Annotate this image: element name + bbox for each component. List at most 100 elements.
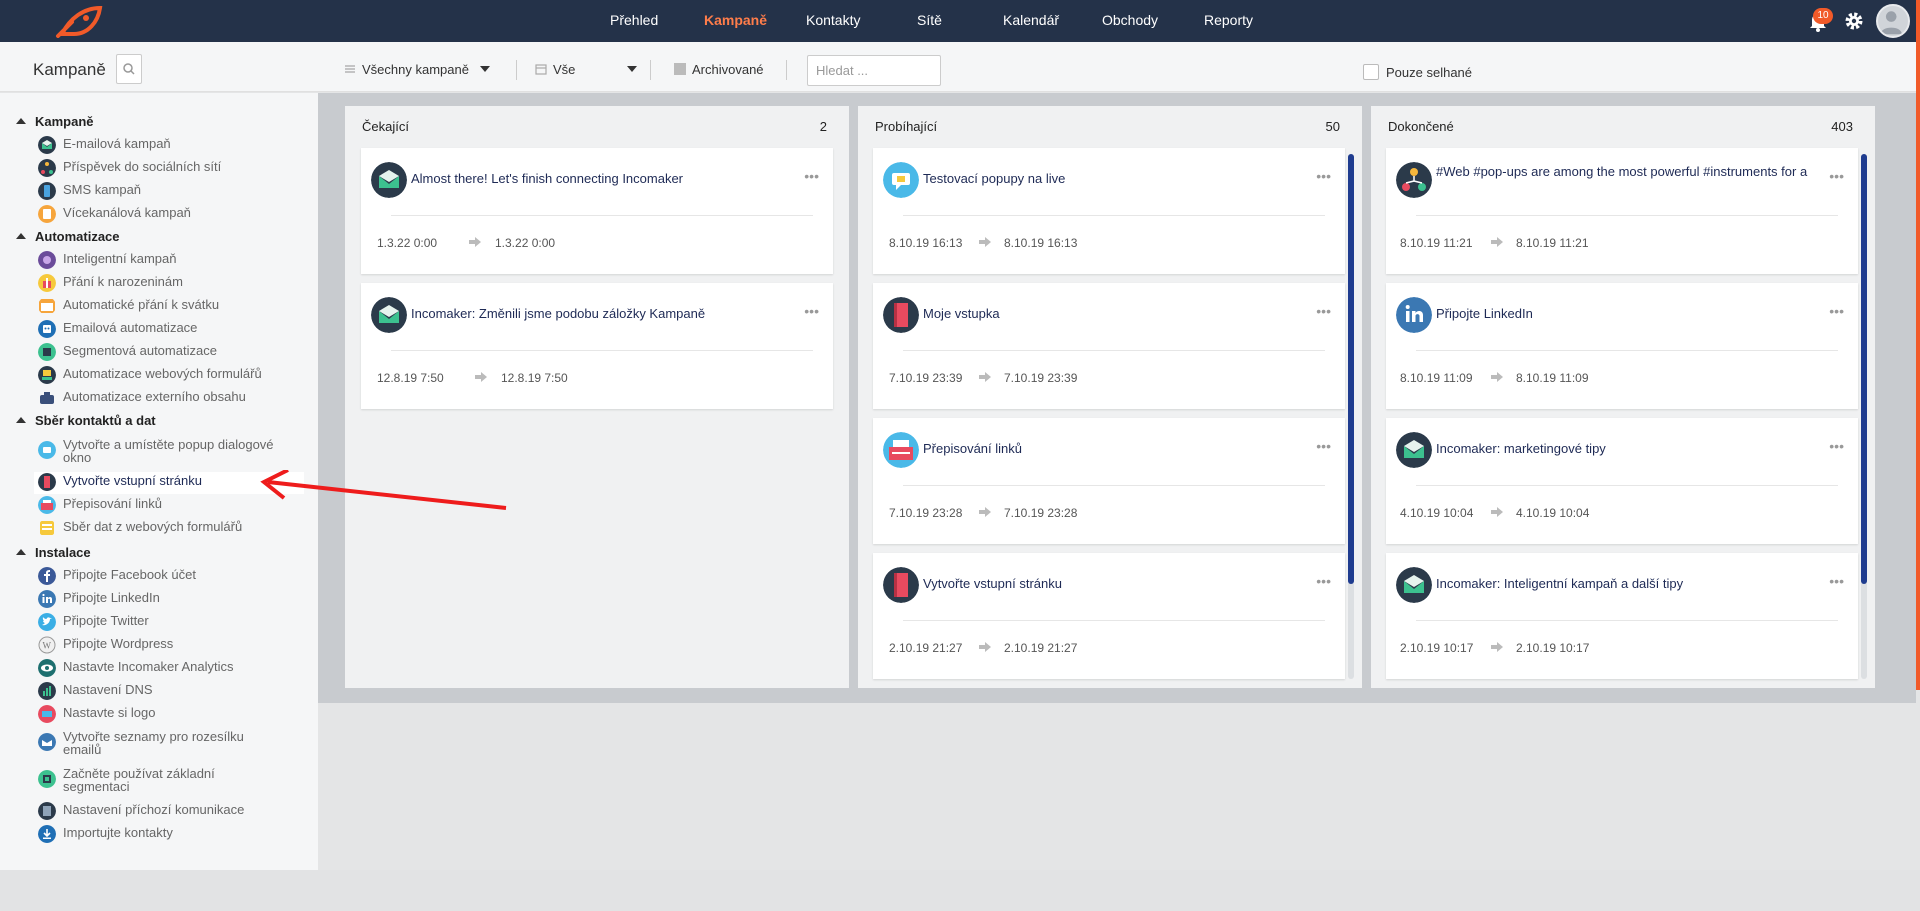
dns-icon	[38, 682, 56, 700]
segmentation-icon	[38, 770, 56, 788]
sidebar-section-automatizace[interactable]: Automatizace	[16, 229, 120, 244]
sidebar-item-logo-settings[interactable]: Nastavte si logo	[36, 704, 306, 726]
campaign-card[interactable]: Incomaker: Inteligentní kampaň a další t…	[1386, 553, 1858, 679]
sidebar-item-label: Importujte kontakty	[63, 825, 173, 840]
card-menu-button[interactable]: •••	[804, 168, 819, 184]
caret-down-icon	[479, 66, 490, 72]
avatar[interactable]	[1876, 4, 1910, 38]
campaign-type-filter[interactable]: Všechny kampaně	[344, 62, 490, 77]
card-title[interactable]: Almost there! Let's finish connecting In…	[411, 170, 791, 187]
column-scrollbar[interactable]	[1861, 154, 1867, 679]
toolbar-divider	[650, 60, 651, 80]
campaign-card[interactable]: Testovací popupy na live ••• 8.10.19 16:…	[873, 148, 1345, 274]
sidebar-item-connect-linkedin[interactable]: Připojte LinkedIn	[36, 589, 306, 611]
sidebar-item-label: Sběr dat z webových formulářů	[63, 519, 243, 534]
card-title[interactable]: Vytvořte vstupní stránku	[923, 575, 1303, 592]
form-icon	[40, 521, 54, 535]
scrollbar-thumb[interactable]	[1348, 154, 1354, 584]
nav-item-site[interactable]: Sítě	[917, 12, 942, 28]
sidebar-item-birthday-wishes[interactable]: Přání k narozeninám	[36, 273, 306, 295]
sidebar-item-sms-campaign[interactable]: SMS kampaň	[36, 181, 306, 203]
campaign-card[interactable]: Přepisování linků ••• 7.10.19 23:28 7.10…	[873, 418, 1345, 544]
failed-only-checkbox[interactable]	[1363, 64, 1379, 80]
card-menu-button[interactable]: •••	[1316, 303, 1331, 319]
archived-toggle[interactable]: Archivované	[674, 62, 764, 77]
card-menu-button[interactable]: •••	[1316, 438, 1331, 454]
sidebar-item-import-contacts[interactable]: Importujte kontakty	[36, 824, 306, 846]
campaign-board: Čekající 2 Almost there! Let's finish co…	[318, 93, 1916, 703]
sidebar-item-email-automation[interactable]: Emailová automatizace	[36, 319, 306, 341]
card-title[interactable]: Incomaker: Inteligentní kampaň a další t…	[1436, 575, 1816, 592]
book-icon	[883, 297, 919, 333]
sidebar-item-analytics[interactable]: Nastavte Incomaker Analytics	[36, 658, 306, 680]
card-title[interactable]: Moje vstupka	[923, 305, 1303, 322]
sidebar-item-email-campaign[interactable]: E-mailová kampaň	[36, 135, 306, 157]
sidebar-item-segment-automation[interactable]: Segmentová automatizace	[36, 342, 306, 364]
campaign-card[interactable]: #Web #pop-ups are among the most powerfu…	[1386, 148, 1858, 274]
card-menu-button[interactable]: •••	[1316, 573, 1331, 589]
card-title[interactable]: Incomaker: Změnili jsme podobu záložky K…	[411, 305, 791, 322]
scrollbar-thumb[interactable]	[1861, 154, 1867, 584]
archived-checkbox[interactable]	[674, 63, 686, 75]
toolbar-divider	[786, 60, 787, 80]
sidebar-item-webform-automation[interactable]: Automatizace webových formulářů	[36, 365, 306, 387]
card-divider	[1416, 485, 1838, 486]
sidebar-item-connect-wordpress[interactable]: W Připojte Wordpress	[36, 635, 306, 657]
sidebar-item-dns-settings[interactable]: Nastavení DNS	[36, 681, 306, 703]
card-menu-button[interactable]: •••	[804, 303, 819, 319]
gear-icon[interactable]	[1843, 10, 1865, 32]
card-title[interactable]: Připojte LinkedIn	[1436, 305, 1816, 322]
nav-item-prehled[interactable]: Přehled	[610, 12, 658, 28]
sidebar-item-external-content-automation[interactable]: Automatizace externího obsahu	[36, 388, 306, 410]
card-title[interactable]: Přepisování linků	[923, 440, 1303, 457]
campaign-card[interactable]: Almost there! Let's finish connecting In…	[361, 148, 833, 274]
campaign-card[interactable]: Moje vstupka ••• 7.10.19 23:39 7.10.19 2…	[873, 283, 1345, 409]
book-icon	[38, 473, 56, 491]
nav-item-reporty[interactable]: Reporty	[1204, 12, 1253, 28]
sidebar-item-incoming-communication[interactable]: Nastavení příchozí komunikace	[36, 801, 306, 823]
sidebar-search-button[interactable]	[116, 54, 142, 84]
sidebar-item-social-post[interactable]: Příspěvek do sociálních sítí	[36, 158, 306, 180]
inbox-icon	[38, 802, 56, 820]
sliders-icon	[345, 65, 355, 73]
sidebar-item-create-popup[interactable]: Vytvořte a umístěte popup dialogové okno	[36, 436, 306, 468]
nav-item-kampane[interactable]: Kampaně	[704, 12, 767, 28]
card-menu-button[interactable]: •••	[1316, 168, 1331, 184]
sidebar-item-connect-facebook[interactable]: Připojte Facebook účet	[36, 566, 306, 588]
sidebar-item-nameday-wishes[interactable]: Automatické přání k svátku	[36, 296, 306, 318]
date-filter[interactable]: Vše	[535, 62, 638, 77]
card-menu-button[interactable]: •••	[1829, 168, 1844, 184]
external-icon	[40, 392, 54, 404]
rocket-logo-icon[interactable]	[50, 4, 110, 38]
card-title[interactable]: Testovací popupy na live	[923, 170, 1303, 187]
column-waiting: Čekající 2 Almost there! Let's finish co…	[345, 106, 849, 688]
campaign-card[interactable]: Vytvořte vstupní stránku ••• 2.10.19 21:…	[873, 553, 1345, 679]
sidebar-item-basic-segmentation[interactable]: Začněte používat základní segmentaci	[36, 765, 306, 797]
page-scrollbar[interactable]	[1916, 0, 1920, 690]
campaign-search-input[interactable]	[807, 55, 941, 86]
campaign-card[interactable]: Incomaker: Změnili jsme podobu záložky K…	[361, 283, 833, 409]
card-title[interactable]: Incomaker: marketingové tipy	[1436, 440, 1816, 457]
card-menu-button[interactable]: •••	[1829, 573, 1844, 589]
campaign-card[interactable]: Incomaker: marketingové tipy ••• 4.10.19…	[1386, 418, 1858, 544]
card-menu-button[interactable]: •••	[1829, 303, 1844, 319]
card-title[interactable]: #Web #pop-ups are among the most powerfu…	[1436, 163, 1816, 180]
sidebar-item-multichannel-campaign[interactable]: Vícekanálová kampaň	[36, 204, 306, 226]
column-scrollbar[interactable]	[1348, 154, 1354, 679]
sidebar-item-label: Připojte Wordpress	[63, 636, 174, 651]
sidebar-item-intelligent-campaign[interactable]: Inteligentní kampaň	[36, 250, 306, 272]
nav-item-obchody[interactable]: Obchody	[1102, 12, 1158, 28]
sidebar-item-webform-data[interactable]: Sběr dat z webových formulářů	[36, 518, 306, 540]
sidebar-section-installation[interactable]: Instalace	[16, 545, 91, 560]
sidebar-section-contact-collection[interactable]: Sběr kontaktů a dat	[16, 413, 156, 428]
campaign-card[interactable]: Připojte LinkedIn ••• 8.10.19 11:09 8.10…	[1386, 283, 1858, 409]
search-icon	[123, 63, 135, 75]
sidebar-item-mailing-lists[interactable]: Vytvořte seznamy pro rozesílku emailů	[36, 728, 306, 760]
sidebar-item-label: Příspěvek do sociálních sítí	[63, 159, 222, 174]
linkedin-icon	[38, 590, 56, 608]
card-menu-button[interactable]: •••	[1829, 438, 1844, 454]
nav-item-kalendar[interactable]: Kalendář	[1003, 12, 1059, 28]
nav-item-kontakty[interactable]: Kontakty	[806, 12, 860, 28]
sidebar-section-kampane[interactable]: Kampaně	[16, 114, 94, 129]
sidebar-item-connect-twitter[interactable]: Připojte Twitter	[36, 612, 306, 634]
